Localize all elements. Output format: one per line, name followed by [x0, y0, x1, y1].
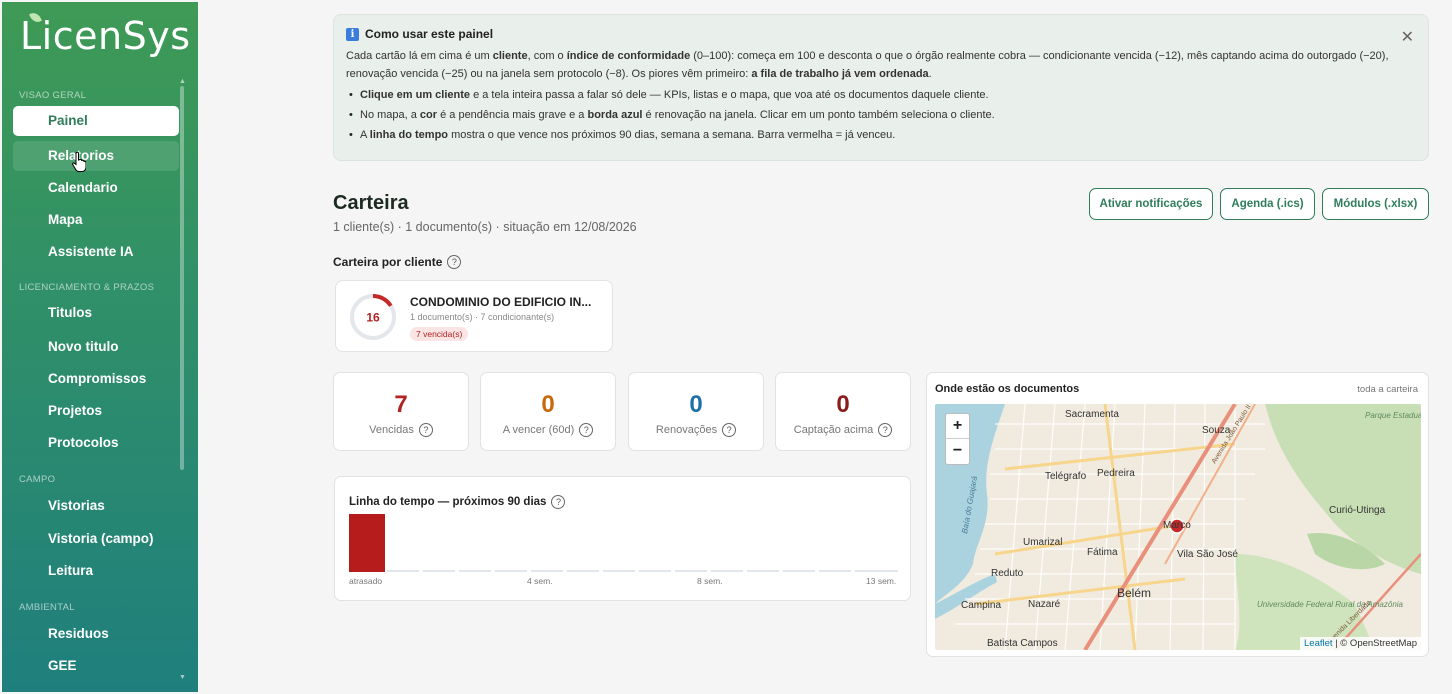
map-attribution: Leaflet | © OpenStreetMap	[1300, 637, 1421, 650]
clients-section-label: Carteira por cliente?	[333, 255, 462, 269]
map-label: Reduto	[991, 568, 1024, 579]
kpi-value: 0	[541, 391, 555, 418]
section-title-campo: CAMPO	[19, 474, 56, 485]
section-title-visao-geral: VISAO GERAL	[19, 90, 87, 101]
zoom-out-button[interactable]: −	[946, 439, 969, 464]
map-label: Fátima	[1087, 547, 1118, 558]
zoom-in-button[interactable]: +	[946, 414, 969, 439]
map-label: Umarizal	[1023, 537, 1062, 548]
page-title: Carteira	[333, 192, 409, 214]
sidebar-item-mapa[interactable]: Mapa	[13, 205, 179, 235]
timeline-axis-label: atrasado	[349, 576, 383, 586]
kpi-value: 0	[836, 391, 850, 418]
compliance-score-ring: 16	[350, 294, 396, 340]
help-panel: i Como usar este painel ✕ Cada cartão lá…	[333, 14, 1429, 161]
map[interactable]: Sacramenta Souza Telégrafo Pedreira Marc…	[935, 404, 1421, 650]
kpi-a-vencer[interactable]: 0 A vencer (60d)?	[480, 372, 616, 451]
sidebar-item-assistente-ia[interactable]: Assistente IA	[13, 237, 179, 267]
page-subtitle: 1 cliente(s) · 1 documento(s) · situação…	[333, 220, 637, 234]
sidebar-item-compromissos[interactable]: Compromissos	[13, 364, 179, 394]
map-title: Onde estão os documentos	[935, 383, 1080, 395]
help-bullet: Clique em um cliente e a tela inteira pa…	[346, 87, 1416, 103]
map-label: Universidade Federal Rural da Amazônia	[1257, 600, 1404, 609]
map-tiles: Sacramenta Souza Telégrafo Pedreira Marc…	[935, 404, 1421, 650]
help-panel-header: i Como usar este painel	[346, 27, 1416, 41]
map-label: Nazaré	[1028, 599, 1061, 610]
kpi-renovacoes[interactable]: 0 Renovações?	[628, 372, 764, 451]
map-label: Marco	[1163, 520, 1191, 531]
timeline-axis-label: 4 sem.	[527, 576, 553, 586]
map-label: Pedreira	[1097, 468, 1135, 479]
sidebar-scrollbar[interactable]	[180, 86, 184, 470]
map-label: Campina	[961, 600, 1001, 611]
map-label: Sacramenta	[1065, 409, 1119, 420]
close-icon[interactable]: ✕	[1401, 27, 1414, 47]
map-card: Onde estão os documentos toda a carteira	[926, 372, 1429, 657]
timeline-axis-label: 8 sem.	[697, 576, 723, 586]
app-logo[interactable]: LicenSys	[20, 10, 191, 58]
kpi-captacao-acima[interactable]: 0 Captação acima?	[775, 372, 911, 451]
sidebar-item-projetos[interactable]: Projetos	[13, 396, 179, 426]
client-card[interactable]: 16 CONDOMINIO DO EDIFICIO IN... 1 docume…	[335, 280, 613, 352]
help-icon[interactable]: ?	[878, 423, 893, 437]
timeline-card: Linha do tempo — próximos 90 dias? atras…	[334, 476, 911, 601]
compliance-score: 16	[366, 311, 380, 325]
help-bullet: A linha do tempo mostra o que vence nos …	[346, 127, 1416, 143]
kpi-value: 0	[689, 391, 703, 418]
section-title-ambiental: AMBIENTAL	[19, 602, 75, 613]
sidebar-item-titulos[interactable]: Titulos	[13, 298, 179, 328]
overdue-badge: 7 vencida(s)	[410, 327, 469, 341]
timeline-axis-label: 13 sem.	[866, 576, 897, 586]
client-meta: 1 documento(s) · 7 condicionante(s)	[410, 312, 555, 322]
sidebar-item-leitura[interactable]: Leitura	[13, 556, 179, 586]
map-label: Belém	[1117, 586, 1151, 600]
help-panel-title: Como usar este painel	[365, 27, 494, 41]
help-paragraph: Cada cartão lá em cima é um cliente, com…	[346, 50, 1389, 80]
kpi-label: Captação acima	[793, 424, 874, 436]
sidebar-item-vistoria-campo[interactable]: Vistoria (campo)	[13, 524, 179, 554]
help-bullet: No mapa, a cor é a pendência mais grave …	[346, 107, 1416, 123]
sidebar-item-relatorios[interactable]: Relatorios	[13, 141, 179, 171]
help-icon[interactable]: ?	[579, 423, 594, 437]
help-icon[interactable]: ?	[447, 255, 462, 269]
enable-notifications-button[interactable]: Ativar notificações	[1089, 188, 1213, 220]
map-zoom-control: + −	[945, 413, 970, 465]
scroll-down-icon[interactable]: ▼	[179, 674, 186, 681]
client-name: CONDOMINIO DO EDIFICIO IN...	[410, 295, 592, 309]
map-label: Vila São José	[1177, 549, 1238, 560]
kpi-value: 7	[394, 391, 408, 418]
section-title-licenciamento: LICENCIAMENTO & PRAZOS	[19, 282, 155, 293]
map-label: Curió-Utinga	[1329, 505, 1386, 516]
help-icon[interactable]: ?	[418, 423, 433, 437]
sidebar-item-painel[interactable]: Painel	[13, 106, 179, 136]
agenda-ics-button[interactable]: Agenda (.ics)	[1220, 188, 1315, 220]
timeline-bar-overdue[interactable]	[349, 514, 385, 572]
scroll-up-icon[interactable]: ▲	[179, 78, 186, 85]
sidebar-item-protocolos[interactable]: Protocolos	[13, 428, 179, 458]
map-label: Batista Campos	[987, 638, 1058, 649]
sidebar-item-vistorias[interactable]: Vistorias	[13, 491, 179, 521]
kpi-label: Vencidas	[369, 424, 414, 436]
kpi-vencidas[interactable]: 7 Vencidas?	[333, 372, 469, 451]
sidebar: LicenSys VISAO GERAL Painel Relatorios C…	[2, 2, 198, 692]
whole-portfolio-link[interactable]: toda a carteira	[1357, 384, 1418, 395]
leaflet-link[interactable]: Leaflet	[1304, 638, 1333, 649]
hand-cursor-icon	[72, 152, 86, 172]
sidebar-item-calendario[interactable]: Calendario	[13, 173, 179, 203]
map-label: Telégrafo	[1045, 471, 1087, 482]
sidebar-item-novo-titulo[interactable]: Novo titulo	[13, 332, 179, 362]
info-icon: i	[346, 27, 359, 41]
kpi-label: Renovações	[655, 424, 718, 436]
kpi-label: A vencer (60d)	[502, 424, 575, 436]
sidebar-item-residuos[interactable]: Residuos	[13, 619, 179, 649]
sidebar-item-gee[interactable]: GEE	[13, 651, 179, 681]
help-icon[interactable]: ?	[722, 423, 737, 437]
map-label: Parque Estadual do Utinga	[1365, 411, 1421, 420]
timeline-chart	[349, 514, 898, 572]
modules-xlsx-button[interactable]: Módulos (.xlsx)	[1322, 188, 1429, 220]
